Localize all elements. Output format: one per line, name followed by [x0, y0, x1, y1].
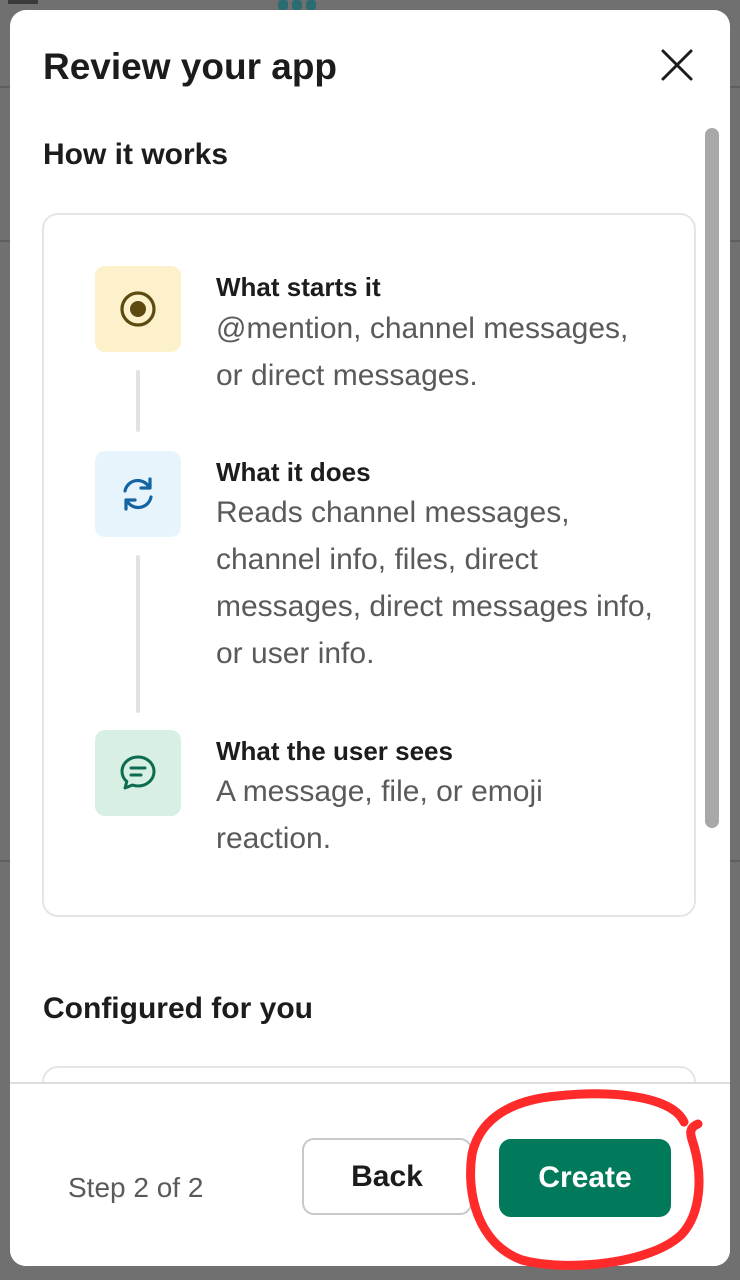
step-icon-container [95, 266, 181, 352]
review-app-modal: Review your app How it works What starts… [10, 10, 730, 1266]
menu-icon [8, 0, 38, 4]
step-heading: What it does [216, 457, 371, 487]
step-connector [136, 370, 140, 432]
modal-footer: Step 2 of 2 Back Create [10, 1082, 730, 1266]
step-description: A message, file, or emoji reaction. [216, 775, 543, 855]
step-heading: What starts it [216, 272, 381, 302]
create-button[interactable]: Create [499, 1139, 671, 1217]
modal-title: Review your app [43, 46, 338, 87]
target-icon [120, 291, 156, 327]
step-indicator: Step 2 of 2 [68, 1172, 204, 1203]
configured-for-you-title: Configured for you [43, 992, 313, 1025]
back-button[interactable]: Back [302, 1138, 472, 1215]
step-connector [136, 555, 140, 713]
message-icon [120, 755, 156, 790]
refresh-icon [123, 477, 153, 511]
step-icon-container [95, 730, 181, 816]
close-button[interactable] [652, 40, 702, 90]
step-description: Reads channel messages, channel info, fi… [216, 496, 653, 670]
how-it-works-title: How it works [43, 138, 229, 171]
step-heading: What the user sees [216, 736, 453, 766]
scrollbar[interactable] [705, 128, 719, 828]
close-icon [661, 49, 693, 81]
slack-logo [278, 0, 322, 10]
configured-card [42, 1066, 696, 1082]
step-description: @mention, channel messages, or direct me… [216, 312, 629, 392]
modal-body[interactable]: How it works What starts it @mention, ch… [10, 120, 730, 1082]
step-icon-container [95, 451, 181, 537]
modal-header: Review your app [10, 10, 730, 120]
